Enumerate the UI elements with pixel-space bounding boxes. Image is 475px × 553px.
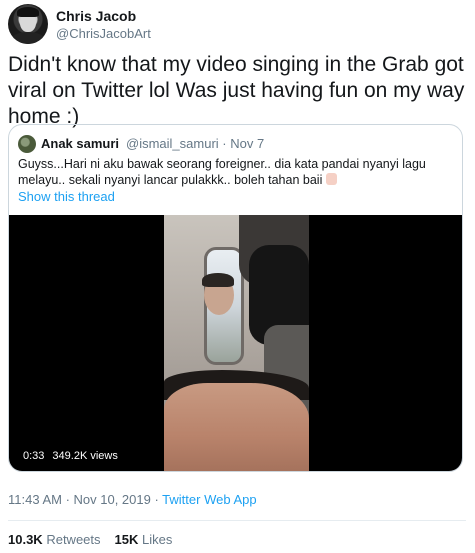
tweet-timestamp: 11:43 AM · Nov 10, 2019 · Twitter Web Ap…: [8, 492, 257, 507]
tweet-stats: 10.3K Retweets 15K Likes: [8, 532, 172, 547]
author-name[interactable]: Chris Jacob: [56, 8, 136, 24]
tweet-source-app[interactable]: Twitter Web App: [162, 492, 256, 507]
tweet-text: Didn't know that my video singing in the…: [8, 53, 465, 128]
avatar-shirt: [10, 32, 46, 44]
hand-emoji-icon: [325, 173, 337, 185]
video-views: 349.2K views: [52, 450, 118, 462]
video-duration: 0:33: [23, 450, 45, 462]
quoted-tweet-text-block: Guyss...Hari ni aku bawak seorang foreig…: [18, 156, 458, 188]
author-handle[interactable]: @ChrisJacobArt: [56, 26, 151, 41]
quoted-tweet-text: Guyss...Hari ni aku bawak seorang foreig…: [18, 157, 426, 187]
divider: [8, 520, 466, 521]
likes-label: Likes: [142, 532, 173, 547]
quoted-author-name: Anak samuri: [41, 136, 120, 151]
quoted-author-meta: @ismail_samuri · Nov 7: [126, 136, 265, 151]
video-person-hair: [202, 273, 234, 287]
show-thread-link[interactable]: Show this thread: [18, 189, 115, 204]
retweets-stat[interactable]: 10.3K Retweets: [8, 532, 101, 547]
quoted-author-avatar: [18, 135, 36, 153]
video-player[interactable]: 0:33 349.2K views: [9, 215, 462, 471]
tweet: Chris Jacob @ChrisJacobArt Didn't know t…: [0, 0, 475, 553]
author-avatar[interactable]: [8, 4, 48, 44]
retweets-label: Retweets: [46, 532, 101, 547]
quoted-tweet[interactable]: Anak samuri @ismail_samuri · Nov 7 Guyss…: [8, 124, 463, 472]
avatar-hair: [17, 7, 39, 17]
tweet-datetime[interactable]: 11:43 AM · Nov 10, 2019 ·: [8, 492, 162, 507]
video-selfie-face: [164, 383, 309, 471]
video-info-badge: 0:33 349.2K views: [17, 447, 124, 465]
retweets-count: 10.3K: [8, 532, 43, 547]
likes-stat[interactable]: 15K Likes: [115, 532, 173, 547]
video-frame: [164, 215, 309, 471]
likes-count: 15K: [114, 532, 139, 547]
